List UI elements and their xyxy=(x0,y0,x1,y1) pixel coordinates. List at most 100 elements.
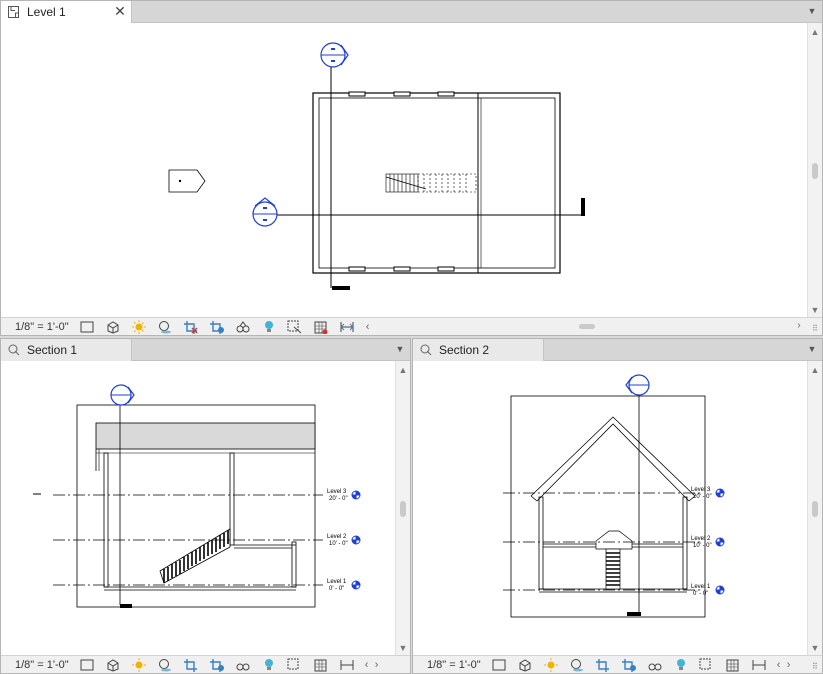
section-1-canvas[interactable]: Level 3 20' - 0" Level 2 10' - 0" Level … xyxy=(1,361,395,657)
worksharing-icon[interactable] xyxy=(311,657,331,673)
detail-level-icon[interactable] xyxy=(77,319,97,335)
level-head-3[interactable]: Level 3 20' - 0" xyxy=(691,487,725,500)
level-head-1[interactable]: Level 1 0' - 0" xyxy=(691,584,725,597)
scroll-thumb[interactable] xyxy=(812,163,818,179)
close-icon[interactable]: ✕ xyxy=(113,4,127,18)
detail-level-icon[interactable] xyxy=(77,657,97,673)
tab-label: Section 1 xyxy=(27,343,78,357)
analytical-model-icon[interactable] xyxy=(749,657,769,673)
temporary-hide-icon[interactable] xyxy=(233,657,253,673)
section-2-control-bar: 1/8" = 1'-0" ‹ › ⠿ xyxy=(413,655,822,673)
show-crop-icon[interactable] xyxy=(207,319,227,335)
section-2-canvas[interactable]: Level 3 20' - 0" Level 2 10' - 0" Level … xyxy=(413,361,807,657)
scroll-left-icon[interactable]: ‹ xyxy=(363,319,373,335)
sun-path-icon[interactable] xyxy=(129,319,149,335)
section-line-vertical[interactable] xyxy=(320,42,350,290)
plan-canvas[interactable] xyxy=(1,23,807,319)
section-line-horizontal[interactable] xyxy=(252,197,585,227)
svg-text:10' - 0": 10' - 0" xyxy=(329,541,348,547)
scroll-up-icon[interactable]: ▲ xyxy=(808,25,822,39)
sun-path-icon[interactable] xyxy=(541,657,561,673)
view-menu-icon[interactable]: ▼ xyxy=(806,5,818,17)
temporary-hide-icon[interactable] xyxy=(233,319,253,335)
show-crop-icon[interactable] xyxy=(619,657,639,673)
view-scale[interactable]: 1/8" = 1'-0" xyxy=(413,659,489,671)
section-2-vertical-scrollbar[interactable]: ▲ ▼ xyxy=(807,361,822,657)
section-1-control-bar: 1/8" = 1'-0" ‹ › xyxy=(1,655,410,673)
section-1-vertical-scrollbar[interactable]: ▲ ▼ xyxy=(395,361,410,657)
shadows-icon[interactable] xyxy=(155,319,175,335)
resize-grip-icon[interactable]: ⠿ xyxy=(812,325,820,333)
tab-level-1[interactable]: Level 1 ✕ xyxy=(1,1,132,23)
tab-section-1[interactable]: Section 1 xyxy=(1,339,132,361)
analytical-model-icon[interactable] xyxy=(337,657,357,673)
crop-view-icon[interactable] xyxy=(593,657,613,673)
visual-style-icon[interactable] xyxy=(103,657,123,673)
tab-label: Level 1 xyxy=(27,5,66,19)
scroll-left-icon[interactable]: ‹ xyxy=(775,657,783,673)
svg-text:20' - 0": 20' - 0" xyxy=(329,496,348,502)
scroll-down-icon[interactable]: ▼ xyxy=(808,303,822,317)
plan-vertical-scrollbar[interactable]: ▲ ▼ xyxy=(807,23,822,319)
view-menu-icon[interactable]: ▼ xyxy=(806,343,818,355)
svg-text:Level 3: Level 3 xyxy=(327,489,347,495)
scroll-down-icon[interactable]: ▼ xyxy=(396,641,410,655)
show-crop-icon[interactable] xyxy=(207,657,227,673)
building-plan xyxy=(312,91,561,274)
level-head-2[interactable]: Level 2 10' - 0" xyxy=(327,534,361,547)
detail-level-icon[interactable] xyxy=(489,657,509,673)
svg-text:Level 2: Level 2 xyxy=(691,536,711,542)
section-head-marker[interactable] xyxy=(110,384,135,406)
scroll-left-icon[interactable]: ‹ xyxy=(363,657,371,673)
sun-path-icon[interactable] xyxy=(129,657,149,673)
scroll-right-icon[interactable]: › xyxy=(373,657,381,673)
reveal-hidden-icon[interactable] xyxy=(697,657,717,673)
crop-view-icon[interactable] xyxy=(181,319,201,335)
scroll-right-icon[interactable]: › xyxy=(793,319,805,333)
section-1-tabbar: Section 1 ▼ xyxy=(1,339,410,361)
plan-view-pane: Level 1 ✕ ▼ ▲ ▼ 1/8" = 1'-0" ‹ › ⠿ xyxy=(0,0,823,336)
scroll-right-icon[interactable]: › xyxy=(785,657,793,673)
level-head-2[interactable]: Level 2 10' - 0" xyxy=(691,536,725,549)
scroll-thumb[interactable] xyxy=(400,501,406,517)
svg-text:0' - 0": 0' - 0" xyxy=(329,586,344,592)
worksharing-icon[interactable] xyxy=(311,319,331,335)
worksharing-icon[interactable] xyxy=(723,657,743,673)
view-scale[interactable]: 1/8" = 1'-0" xyxy=(1,659,77,671)
shadows-icon[interactable] xyxy=(567,657,587,673)
analytical-model-icon[interactable] xyxy=(337,319,357,335)
plan-horizontal-scrollbar[interactable]: › xyxy=(385,318,807,335)
section-head-marker[interactable] xyxy=(625,374,650,396)
scroll-thumb[interactable] xyxy=(812,501,818,517)
lightbulb-icon[interactable] xyxy=(259,657,279,673)
section-2-pane: Section 2 ▼ Level 3 20' - 0" Level 2 10'… xyxy=(412,338,823,674)
resize-grip-icon[interactable]: ⠿ xyxy=(812,663,820,671)
stair-section xyxy=(595,530,633,590)
svg-text:10' - 0": 10' - 0" xyxy=(693,543,712,549)
lightbulb-icon[interactable] xyxy=(671,657,691,673)
stair-plan xyxy=(385,173,477,193)
scroll-up-icon[interactable]: ▲ xyxy=(808,363,822,377)
svg-text:Level 2: Level 2 xyxy=(327,534,347,540)
scroll-thumb[interactable] xyxy=(579,324,595,329)
reveal-hidden-icon[interactable] xyxy=(285,657,305,673)
elevation-marker[interactable] xyxy=(168,169,206,193)
visual-style-icon[interactable] xyxy=(515,657,535,673)
stair-section xyxy=(159,528,231,584)
view-scale[interactable]: 1/8" = 1'-0" xyxy=(1,321,77,333)
temporary-hide-icon[interactable] xyxy=(645,657,665,673)
reveal-hidden-icon[interactable] xyxy=(285,319,305,335)
visual-style-icon[interactable] xyxy=(103,319,123,335)
shadows-icon[interactable] xyxy=(155,657,175,673)
scroll-up-icon[interactable]: ▲ xyxy=(396,363,410,377)
section-view-icon xyxy=(7,343,21,357)
crop-view-icon[interactable] xyxy=(181,657,201,673)
level-head-1[interactable]: Level 1 0' - 0" xyxy=(327,579,361,592)
view-menu-icon[interactable]: ▼ xyxy=(394,343,406,355)
tab-section-2[interactable]: Section 2 xyxy=(413,339,544,361)
section-view-icon xyxy=(419,343,433,357)
plan-view-control-bar: 1/8" = 1'-0" ‹ › ⠿ xyxy=(1,317,822,335)
scroll-down-icon[interactable]: ▼ xyxy=(808,641,822,655)
lightbulb-icon[interactable] xyxy=(259,319,279,335)
level-head-3[interactable]: Level 3 20' - 0" xyxy=(327,489,361,502)
